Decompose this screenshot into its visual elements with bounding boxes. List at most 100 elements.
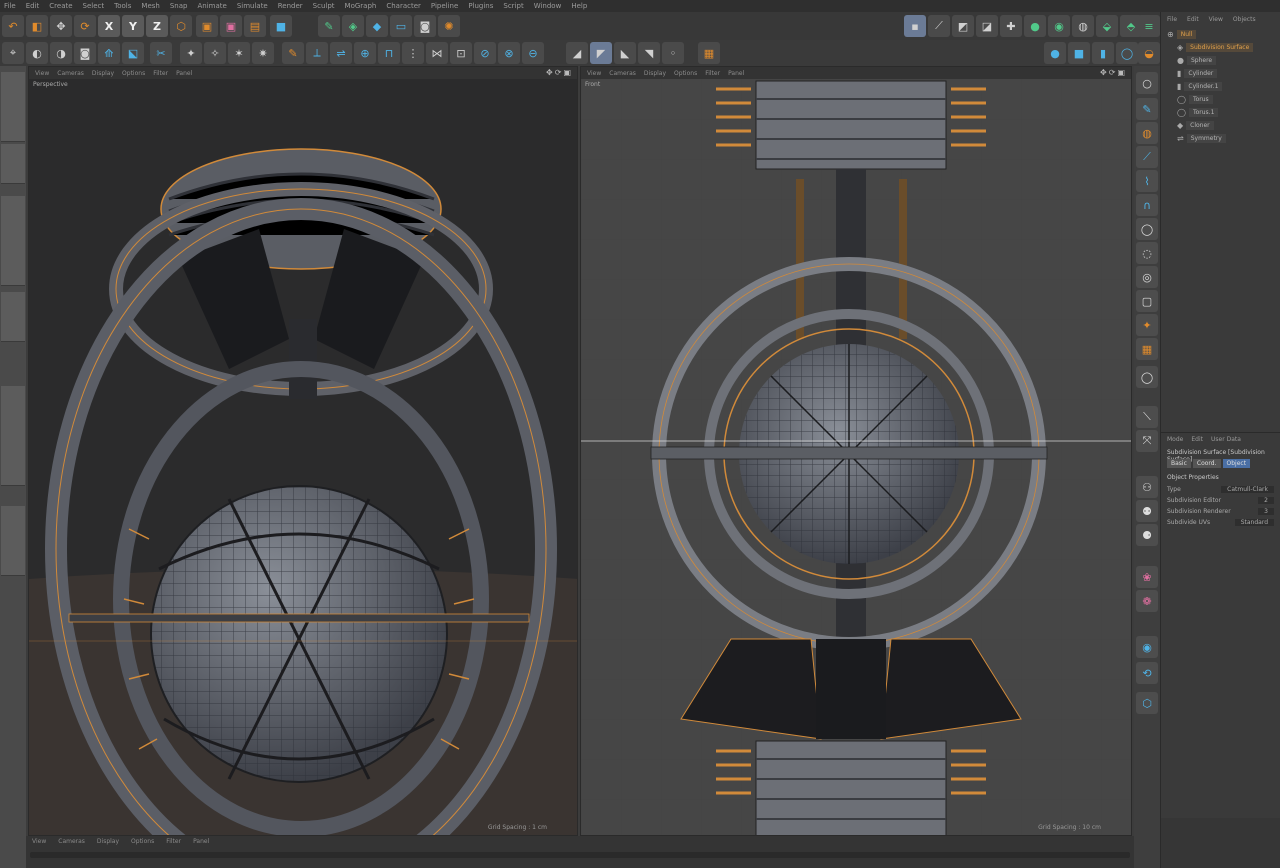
viewport-menu-item[interactable]: Options <box>122 70 145 77</box>
basic-tab[interactable]: Basic <box>1167 459 1191 468</box>
tweak-mode-icon[interactable]: ● <box>1024 15 1046 37</box>
coordinate-system-icon[interactable]: ⬡ <box>170 15 192 37</box>
menu-item[interactable]: Simulate <box>237 2 268 10</box>
subdivision-surface-icon[interactable]: ◈ <box>342 15 364 37</box>
attribute-value[interactable]: Standard <box>1234 519 1274 526</box>
brush-tool-icon[interactable]: ✎ <box>1136 98 1158 120</box>
environment-icon[interactable]: ◒ <box>1138 42 1160 64</box>
menu-item[interactable]: Tools <box>114 2 131 10</box>
deformer-icon[interactable]: ▭ <box>390 15 412 37</box>
timeline-label[interactable]: Panel <box>193 838 209 845</box>
object-row[interactable]: ⊕ Null <box>1167 28 1280 41</box>
viewport-menu-item[interactable]: Cameras <box>609 70 636 77</box>
om-menu-item[interactable]: Objects <box>1233 16 1256 24</box>
coord-tab[interactable]: Coord. <box>1192 459 1221 468</box>
timeline-label[interactable]: View <box>32 838 46 845</box>
rotate-select-icon[interactable]: ◎ <box>1136 266 1158 288</box>
uv-polygon-icon[interactable]: ◣ <box>614 42 636 64</box>
points-mode-icon[interactable]: ▪ <box>904 15 926 37</box>
circle-select-icon[interactable]: ◯ <box>1136 218 1158 240</box>
am-menu-item[interactable]: Mode <box>1167 436 1183 444</box>
menu-item[interactable]: Animate <box>197 2 226 10</box>
brush-icon[interactable]: ✎ <box>282 42 304 64</box>
left-strip-block[interactable] <box>1 386 25 486</box>
sculpt-smooth-icon[interactable]: ✧ <box>204 42 226 64</box>
material-icon[interactable]: ▦ <box>698 42 720 64</box>
menu-item[interactable]: Sculpt <box>313 2 335 10</box>
attribute-value[interactable]: 2 <box>1258 497 1274 504</box>
hair-tool-icon[interactable]: ❀ <box>1136 566 1158 588</box>
line-cut-icon[interactable]: ⊗ <box>498 42 520 64</box>
move-tool-icon[interactable]: ✥ <box>50 15 72 37</box>
joint-tool-icon[interactable]: ⚉ <box>1136 500 1158 522</box>
align-icon[interactable]: ⟂ <box>306 42 328 64</box>
weight-tool-icon[interactable]: ⚈ <box>1136 524 1158 546</box>
viewport-menu-item[interactable]: Panel <box>728 70 744 77</box>
sphere-primitive-icon[interactable]: ● <box>1044 42 1066 64</box>
rig-tool-icon[interactable]: ⬡ <box>1136 692 1158 714</box>
visibility-icon[interactable]: ◐ <box>26 42 48 64</box>
left-strip-block[interactable] <box>1 144 25 184</box>
timeline-label[interactable]: Options <box>131 838 154 845</box>
om-menu-item[interactable]: File <box>1167 16 1177 24</box>
connect-icon[interactable]: ⋈ <box>426 42 448 64</box>
object-row[interactable]: ◈ Subdivision Surface <box>1177 41 1280 54</box>
sculpt-inflate-icon[interactable]: ✷ <box>252 42 274 64</box>
viewport-menu-item[interactable]: Cameras <box>57 70 84 77</box>
menu-item[interactable]: Select <box>83 2 105 10</box>
polygons-mode-icon[interactable]: ◩ <box>952 15 974 37</box>
extrude-inner-icon[interactable]: ⊡ <box>450 42 472 64</box>
om-menu-item[interactable]: Edit <box>1187 16 1199 24</box>
axis-z-button[interactable]: Z <box>146 15 168 37</box>
menu-item[interactable]: MoGraph <box>345 2 377 10</box>
bridge-icon[interactable]: ⊓ <box>378 42 400 64</box>
menu-item[interactable]: Create <box>49 2 72 10</box>
left-strip-block[interactable] <box>1 506 25 576</box>
camera-icon[interactable]: ◙ <box>414 15 436 37</box>
menu-item[interactable]: Plugins <box>468 2 493 10</box>
uv-edge-icon[interactable]: ◥ <box>638 42 660 64</box>
enable-axis-icon[interactable]: ✚ <box>1000 15 1022 37</box>
weld-icon[interactable]: ⊕ <box>354 42 376 64</box>
menu-item[interactable]: Pipeline <box>431 2 458 10</box>
cube-icon[interactable]: ■ <box>270 15 292 37</box>
hair-comb-icon[interactable]: ❁ <box>1136 590 1158 612</box>
menu-item[interactable]: Edit <box>26 2 40 10</box>
render-settings-icon[interactable]: ▤ <box>244 15 266 37</box>
uv-mode-icon[interactable]: ◪ <box>976 15 998 37</box>
am-menu-item[interactable]: User Data <box>1211 436 1241 444</box>
paint-tool-icon[interactable]: ◍ <box>1136 122 1158 144</box>
am-menu-item[interactable]: Edit <box>1191 436 1203 444</box>
knife-icon[interactable]: ✂ <box>150 42 172 64</box>
path-tool-icon[interactable]: ⤧ <box>1136 430 1158 452</box>
om-menu-item[interactable]: View <box>1209 16 1223 24</box>
tracker-tool-icon[interactable]: ◉ <box>1136 636 1158 658</box>
figure-tool-icon[interactable]: ⚇ <box>1136 476 1158 498</box>
edges-mode-icon[interactable]: ⟋ <box>928 15 950 37</box>
sculpt-pull-icon[interactable]: ✶ <box>228 42 250 64</box>
selection-filter-icon[interactable]: ⌖ <box>2 42 24 64</box>
live-select-icon[interactable]: ◧ <box>26 15 48 37</box>
texture-mode-icon[interactable]: ◤ <box>590 42 612 64</box>
object-row[interactable]: ◯ Torus <box>1177 93 1280 106</box>
paint-icon[interactable]: ◢ <box>566 42 588 64</box>
uv-point-icon[interactable]: ◦ <box>662 42 684 64</box>
line-tool-icon[interactable]: ⟍ <box>1136 406 1158 428</box>
menu-item[interactable]: Help <box>571 2 587 10</box>
orange-tool-icon[interactable]: ✦ <box>1136 314 1158 336</box>
viewport-nav-icons[interactable]: ✥⟳▣ <box>546 68 573 77</box>
menu-item[interactable]: File <box>4 2 16 10</box>
torus-primitive-icon[interactable]: ◯ <box>1116 42 1138 64</box>
object-row[interactable]: ▮ Cylinder.1 <box>1177 80 1280 93</box>
array-icon[interactable]: ⋮ <box>402 42 424 64</box>
object-tab[interactable]: Object <box>1222 459 1251 468</box>
loop-cut-icon[interactable]: ⊘ <box>474 42 496 64</box>
menu-item[interactable]: Mesh <box>141 2 159 10</box>
mirror-icon[interactable]: ⇌ <box>330 42 352 64</box>
timeline-label[interactable]: Filter <box>166 838 181 845</box>
rotate-tool-icon[interactable]: ⟳ <box>74 15 96 37</box>
object-row[interactable]: ● Sphere <box>1177 54 1280 67</box>
cube-primitive-icon[interactable]: ■ <box>1068 42 1090 64</box>
timeline-label[interactable]: Display <box>97 838 119 845</box>
object-row[interactable]: ◯ Torus.1 <box>1177 106 1280 119</box>
